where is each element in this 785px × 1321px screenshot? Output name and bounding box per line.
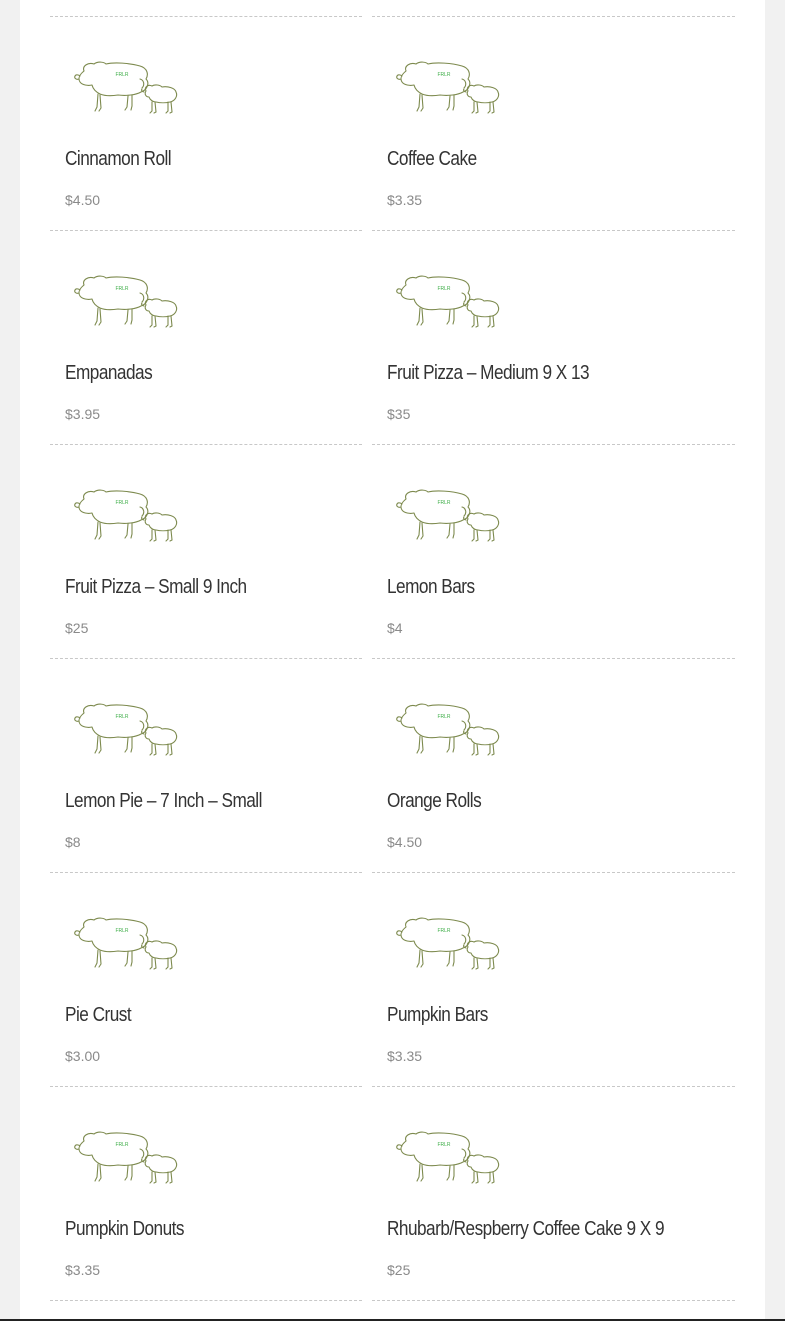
svg-text:FRLR: FRLR (437, 500, 450, 506)
product-title-link[interactable]: Coffee Cake (387, 148, 477, 171)
sheep-logo-icon[interactable]: FRLR (392, 911, 502, 981)
product-title-link[interactable]: Fruit Pizza – Small 9 Inch (65, 576, 247, 599)
product-title-link[interactable]: Pumpkin Bars (387, 1004, 488, 1027)
sheep-logo-icon[interactable]: FRLR (70, 1125, 180, 1195)
svg-text:FRLR: FRLR (437, 714, 450, 720)
product-price: $3.95 (65, 406, 101, 422)
svg-text:FRLR: FRLR (115, 1142, 128, 1148)
product-price: $3.35 (387, 1048, 423, 1064)
sheep-logo-icon[interactable]: FRLR (392, 483, 502, 553)
sheep-logo-icon[interactable]: FRLR (392, 1125, 502, 1195)
product-card: FRLR Fruit Pizza – Small 9 Inch $25 (50, 445, 362, 659)
product-price: $25 (65, 620, 89, 636)
svg-text:FRLR: FRLR (115, 928, 128, 934)
sheep-logo-icon[interactable]: FRLR (392, 55, 502, 125)
product-card: FRLR Cinnamon Roll $4.50 (50, 17, 362, 231)
product-title-link[interactable]: Empanadas (65, 362, 153, 385)
svg-text:FRLR: FRLR (115, 500, 128, 506)
product-card: FRLR Lemon Pie – 7 Inch – Small $8 (50, 659, 362, 873)
svg-text:FRLR: FRLR (115, 72, 128, 78)
svg-text:FRLR: FRLR (115, 286, 128, 292)
page-content: FRLR Cinnamon Roll $4.50 FRLR Coffee Cak… (20, 0, 765, 1319)
product-price: $3.35 (387, 192, 423, 208)
product-card: FRLR Orange Rolls $4.50 (372, 659, 735, 873)
svg-text:FRLR: FRLR (437, 1142, 450, 1148)
product-price: $4.50 (65, 192, 101, 208)
product-card: FRLR Rhubarb/Respberry Coffee Cake 9 X 9… (372, 1087, 735, 1301)
product-card: FRLR Pumpkin Donuts $3.35 (50, 1087, 362, 1301)
product-price: $4.50 (387, 834, 423, 850)
svg-text:FRLR: FRLR (437, 928, 450, 934)
product-card: FRLR Pie Crust $3.00 (50, 873, 362, 1087)
sheep-logo-icon[interactable]: FRLR (70, 697, 180, 767)
product-title-link[interactable]: Lemon Bars (387, 576, 475, 599)
product-card: FRLR Fruit Pizza – Medium 9 X 13 $35 (372, 231, 735, 445)
product-title-link[interactable]: Fruit Pizza – Medium 9 X 13 (387, 362, 590, 385)
sheep-logo-icon[interactable]: FRLR (70, 911, 180, 981)
product-card: FRLR Coffee Cake $3.35 (372, 17, 735, 231)
product-price: $25 (387, 1262, 411, 1278)
product-card: FRLR Pumpkin Bars $3.35 (372, 873, 735, 1087)
sheep-logo-icon[interactable]: FRLR (70, 483, 180, 553)
product-price: $3.00 (65, 1048, 101, 1064)
svg-text:FRLR: FRLR (437, 286, 450, 292)
product-card: FRLR Empanadas $3.95 (50, 231, 362, 445)
product-title-link[interactable]: Cinnamon Roll (65, 148, 172, 171)
product-price: $8 (65, 834, 81, 850)
product-card: FRLR Lemon Bars $4 (372, 445, 735, 659)
sheep-logo-icon[interactable]: FRLR (70, 269, 180, 339)
product-price: $3.35 (65, 1262, 101, 1278)
sheep-logo-icon[interactable]: FRLR (392, 697, 502, 767)
svg-text:FRLR: FRLR (115, 714, 128, 720)
sheep-logo-icon[interactable]: FRLR (392, 269, 502, 339)
product-price: $4 (387, 620, 403, 636)
sheep-logo-icon[interactable]: FRLR (70, 55, 180, 125)
product-price: $35 (387, 406, 411, 422)
product-title-link[interactable]: Pie Crust (65, 1004, 132, 1027)
product-title-link[interactable]: Rhubarb/Respberry Coffee Cake 9 X 9 (387, 1218, 665, 1241)
product-title-link[interactable]: Orange Rolls (387, 790, 482, 813)
product-title-link[interactable]: Lemon Pie – 7 Inch – Small (65, 790, 262, 813)
product-title-link[interactable]: Pumpkin Donuts (65, 1218, 184, 1241)
svg-text:FRLR: FRLR (437, 72, 450, 78)
